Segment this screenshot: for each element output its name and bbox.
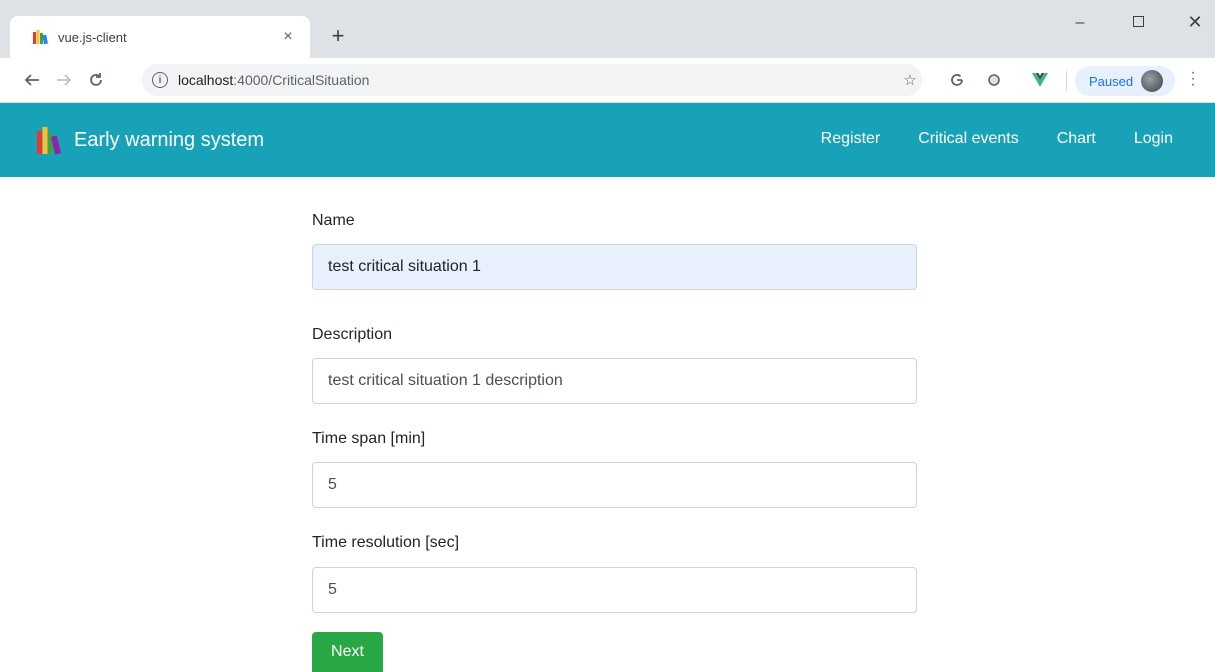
forward-button[interactable]: [52, 68, 76, 92]
time-resolution-label: Time resolution [sec]: [312, 534, 460, 551]
time-span-label: Time span [min]: [312, 430, 426, 447]
back-arrow-icon: [24, 74, 39, 86]
brand-title: Early warning system: [74, 128, 265, 151]
next-button[interactable]: Next: [312, 632, 383, 672]
google-icon[interactable]: [947, 70, 967, 90]
nav-links: Register Critical events Chart Login: [783, 130, 1173, 148]
menu-kebab-icon[interactable]: · · ·: [1188, 65, 1198, 93]
time-span-input[interactable]: [312, 462, 917, 508]
name-label: Name: [312, 212, 355, 229]
brand[interactable]: Early warning system: [36, 125, 264, 155]
reload-icon: [90, 73, 102, 86]
browser-toolbar: i localhost:4000/CriticalSituation ☆ Pau…: [0, 58, 1215, 103]
time-resolution-input[interactable]: [312, 567, 917, 613]
toolbar-separator: [1066, 71, 1067, 91]
back-button[interactable]: [20, 68, 44, 92]
avatar: [1141, 70, 1164, 92]
tab-title: vue.js-client: [58, 29, 127, 45]
info-icon[interactable]: i: [152, 72, 168, 88]
app-navbar: Early warning system Register Critical e…: [0, 103, 1215, 177]
maximize-button[interactable]: [1123, 14, 1153, 32]
vue-devtools-icon[interactable]: [1030, 70, 1050, 90]
nav-link-login[interactable]: Login: [1134, 130, 1173, 148]
address-bar[interactable]: i localhost:4000/CriticalSituation: [142, 64, 922, 96]
books-logo-icon: [37, 127, 62, 155]
minimize-button[interactable]: –: [1065, 14, 1095, 32]
browser-tab-strip: vue.js-client × + – ✕: [0, 0, 1215, 58]
nav-link-register[interactable]: Register: [821, 130, 881, 148]
profile-paused-button[interactable]: Paused: [1075, 66, 1175, 96]
description-input[interactable]: [312, 358, 917, 404]
url-host: localhost: [178, 72, 234, 88]
tab-close-icon[interactable]: ×: [278, 28, 298, 46]
nav-link-critical-events[interactable]: Critical events: [918, 130, 1018, 148]
nav-link-chart[interactable]: Chart: [1057, 130, 1096, 148]
window-close-button[interactable]: ✕: [1180, 12, 1210, 33]
name-input[interactable]: [312, 244, 917, 290]
paused-label: Paused: [1089, 73, 1134, 89]
description-label: Description: [312, 326, 393, 343]
extension-icon[interactable]: [984, 70, 1004, 90]
books-favicon-icon: [33, 30, 48, 45]
new-tab-button[interactable]: +: [326, 24, 350, 48]
maximize-icon: [1132, 16, 1144, 27]
forward-arrow-icon: [57, 74, 72, 86]
browser-tab[interactable]: vue.js-client ×: [10, 16, 310, 58]
star-icon[interactable]: ☆: [900, 70, 920, 90]
url-path: :4000/CriticalSituation: [233, 72, 370, 88]
reload-button[interactable]: [84, 68, 108, 92]
